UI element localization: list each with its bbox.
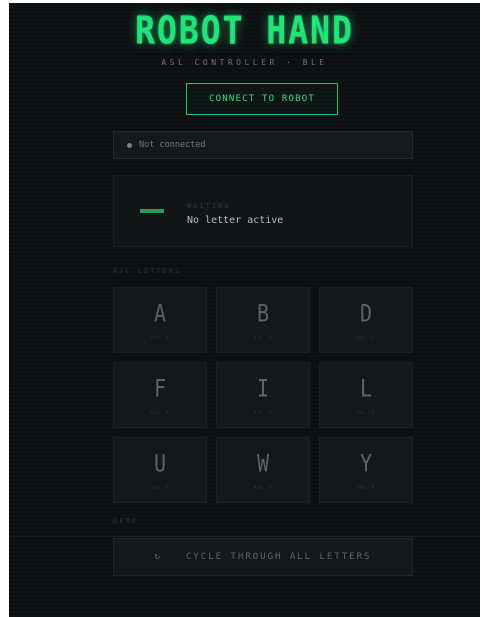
active-letter-label: WAITING [187,202,231,210]
section-divider [9,536,480,537]
letter-card-y[interactable]: Y VAL 8 [319,437,413,503]
active-letter-panel: WAITING No letter active [113,175,413,247]
letter-caption: VAL 7 [253,486,273,491]
letter-caption: VAL 3 [150,411,170,416]
letter-glyph: U [153,448,167,478]
letter-card-b[interactable]: B VAL 1 [216,287,310,353]
active-letter-value: No letter active [187,215,284,226]
letter-card-a[interactable]: A VAL 0 [113,287,207,353]
letter-caption: VAL 2 [356,336,376,341]
letter-glyph: L [359,373,373,403]
letter-glyph: B [256,298,270,328]
app-title: ROBOT HAND [135,8,354,53]
active-letter-indicator [140,209,164,213]
connection-status-text: Not connected [139,140,206,150]
letter-glyph: I [256,373,270,403]
letter-glyph: D [359,298,373,328]
letter-glyph: F [153,373,167,403]
letter-glyph: A [153,298,167,328]
letter-card-d[interactable]: D VAL 2 [319,287,413,353]
letter-caption: VAL 1 [253,336,273,341]
letter-glyph: Y [359,448,373,478]
letter-grid: A VAL 0 B VAL 1 D VAL 2 F VAL 3 I VAL 4 … [113,287,414,503]
app-subtitle: ASL CONTROLLER · BLE [161,58,328,67]
letter-caption: VAL 5 [356,411,376,416]
letter-caption: VAL 4 [253,411,273,416]
letter-card-f[interactable]: F VAL 3 [113,362,207,428]
asl-letters-section-label: ASL LETTERS [113,267,182,275]
cycle-letters-label: CYCLE THROUGH ALL LETTERS [185,552,372,562]
letter-card-l[interactable]: L VAL 5 [319,362,413,428]
app-window: ROBOT HAND ASL CONTROLLER · BLE CONNECT … [9,3,480,617]
letter-glyph: W [256,448,270,478]
status-dot-icon [127,142,132,148]
cycle-icon: ↻ [154,552,162,562]
cycle-letters-button[interactable]: ↻ CYCLE THROUGH ALL LETTERS [113,538,413,576]
letter-caption: VAL 0 [150,336,170,341]
letter-card-i[interactable]: I VAL 4 [216,362,310,428]
connect-to-robot-button[interactable]: CONNECT TO ROBOT [186,83,338,115]
demo-section-label: DEMO [113,517,138,525]
letter-card-u[interactable]: U VAL 6 [113,437,207,503]
letter-card-w[interactable]: W VAL 7 [216,437,310,503]
letter-caption: VAL 6 [150,486,170,491]
letter-caption: VAL 8 [356,486,376,491]
connection-status-bar: Not connected [113,131,413,159]
